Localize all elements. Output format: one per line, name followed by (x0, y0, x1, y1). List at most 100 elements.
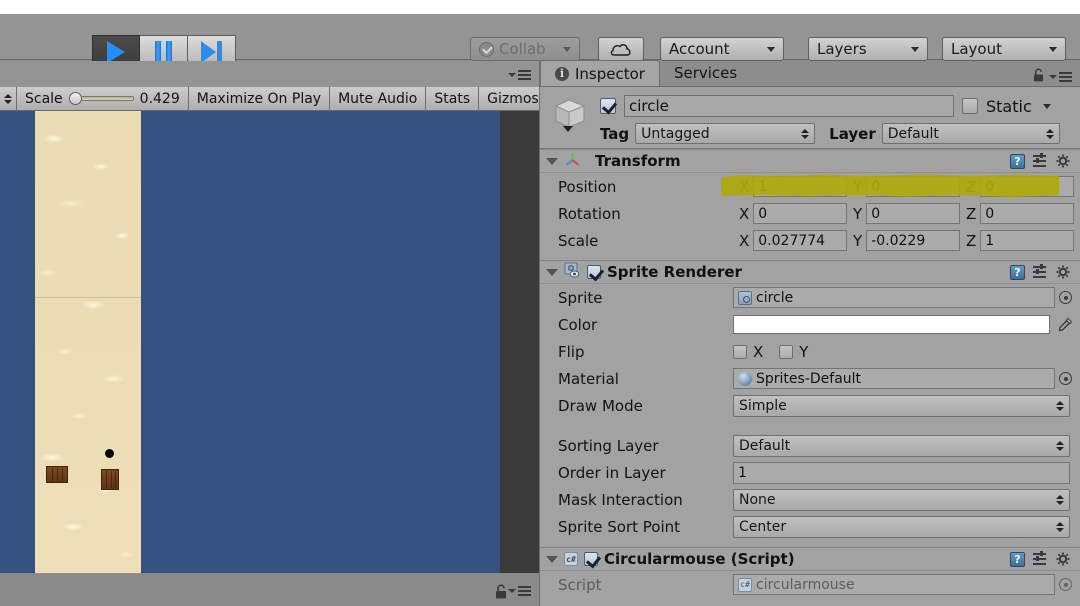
sorting-layer-dropdown[interactable]: Default (733, 434, 1070, 457)
script-object-field[interactable]: c# circularmouse (733, 574, 1055, 595)
transform-scale-row: Scale X 0.027774 Y -0.0229 Z 1 (540, 227, 1080, 254)
material-object-field[interactable]: Sprites-Default (733, 368, 1055, 389)
script-label: Script (558, 575, 602, 594)
game-panel-menu-icon[interactable] (508, 70, 531, 80)
stats-label: Stats (434, 90, 471, 107)
flip-y-checkbox[interactable] (779, 344, 794, 359)
flip-x-checkbox[interactable] (733, 344, 747, 359)
eyedropper-icon[interactable] (1057, 316, 1074, 333)
position-x-input[interactable]: 1 (753, 176, 848, 197)
game-statusbar-menu-icon[interactable] (508, 586, 531, 596)
mask-interaction-dropdown[interactable]: None (733, 488, 1070, 511)
axis-z-label: Z (965, 204, 977, 223)
flip-row: Flip X Y (540, 338, 1080, 365)
script-picker-icon[interactable] (1059, 578, 1072, 591)
cloud-icon (610, 43, 632, 56)
slider-track[interactable] (81, 96, 134, 101)
gear-icon[interactable] (1056, 265, 1071, 280)
foldout-arrow-icon[interactable] (546, 555, 558, 563)
foldout-arrow-icon[interactable] (546, 268, 558, 276)
lock-icon[interactable] (495, 584, 507, 603)
layers-button[interactable]: Layers (808, 37, 928, 61)
help-icon[interactable]: ? (1010, 551, 1025, 567)
stats-button[interactable]: Stats (426, 87, 480, 110)
draw-mode-row: Draw Mode Simple (540, 392, 1080, 419)
sprite-value: circle (756, 289, 794, 306)
gizmos-label: Gizmos (487, 90, 539, 107)
chevron-down-icon (767, 46, 775, 52)
rotation-y-input[interactable]: 0 (866, 203, 960, 224)
updown-icon (801, 128, 810, 139)
cloud-button[interactable] (598, 37, 644, 61)
gameobject-enabled-checkbox[interactable] (600, 98, 616, 114)
position-z-input[interactable]: 0 (980, 176, 1074, 197)
foldout-arrow-icon[interactable] (546, 157, 558, 165)
scale-y-input[interactable]: -0.0229 (866, 230, 960, 251)
component-header-sprite-renderer[interactable]: Sprite Renderer ? (540, 260, 1080, 284)
sprite-picker-icon[interactable] (1059, 291, 1072, 304)
layer-label: Layer (829, 124, 876, 143)
gizmos-button[interactable]: Gizmos (479, 87, 548, 110)
layout-button[interactable]: Layout (942, 37, 1066, 61)
preset-icon[interactable] (1033, 551, 1048, 566)
gear-icon[interactable] (1056, 552, 1071, 567)
sprite-object-field[interactable]: circle (733, 287, 1055, 308)
collab-label: Collab (499, 40, 546, 58)
scale-slider-group[interactable]: Scale 0.429 (17, 87, 189, 110)
tag-dropdown[interactable]: Untagged (635, 123, 816, 144)
material-picker-icon[interactable] (1059, 372, 1072, 385)
layer-value: Default (887, 125, 939, 142)
maximize-on-play-button[interactable]: Maximize On Play (188, 87, 331, 110)
tab-services[interactable]: Services (660, 60, 751, 86)
slider-handle[interactable] (68, 92, 82, 105)
rotation-x-input[interactable]: 0 (753, 203, 848, 224)
static-dropdown-icon[interactable] (1042, 103, 1051, 109)
component-header-icons: ? (1010, 551, 1074, 567)
rotation-z-input[interactable]: 0 (980, 203, 1074, 224)
collab-button[interactable]: Collab (470, 37, 580, 61)
preset-icon[interactable] (1033, 264, 1048, 279)
game-view-toolbar: Scale 0.429 Maximize On Play Mute Audio … (0, 87, 568, 111)
draw-mode-dropdown[interactable]: Simple (733, 394, 1070, 417)
color-swatch-field[interactable] (733, 315, 1050, 334)
chevron-down-icon (563, 46, 571, 52)
tab-inspector[interactable]: i Inspector (540, 60, 660, 86)
axis-y-label: Y (853, 204, 863, 223)
sorting-layer-label: Sorting Layer (558, 436, 659, 455)
scale-x-input[interactable]: 0.027774 (753, 230, 848, 251)
scale-slider[interactable] (68, 92, 134, 105)
step-icon (201, 40, 222, 63)
layer-dropdown[interactable]: Default (881, 123, 1060, 144)
order-in-layer-input[interactable]: 1 (733, 461, 1070, 484)
account-button[interactable]: Account (660, 37, 784, 61)
axis-x-label: X (739, 177, 750, 196)
sprite-sort-point-dropdown[interactable]: Center (733, 515, 1070, 538)
sprite-renderer-enabled-checkbox[interactable] (587, 265, 601, 279)
game-view-canvas[interactable] (0, 111, 539, 573)
script-enabled-checkbox[interactable] (584, 552, 598, 566)
gameobject-header: circle Static Tag Untagged Layer Default (540, 87, 1080, 149)
scale-z-input[interactable]: 1 (980, 230, 1074, 251)
aspect-stepper[interactable] (0, 87, 17, 110)
help-icon[interactable]: ? (1010, 264, 1025, 280)
info-icon: i (555, 66, 569, 81)
gameobject-name-input[interactable]: circle (624, 95, 954, 117)
mute-audio-button[interactable]: Mute Audio (330, 87, 427, 110)
unity-editor-window: Collab Account Layers Layout Scale 0.429… (0, 0, 1080, 606)
inspector-menu-icon[interactable] (1049, 71, 1072, 82)
position-y-input[interactable]: 0 (866, 176, 960, 197)
gear-icon[interactable] (1056, 154, 1071, 169)
script-component-title: Circularmouse (Script) (604, 550, 795, 568)
lock-icon[interactable] (1033, 67, 1044, 86)
component-header-icons: ? (1010, 153, 1074, 169)
static-checkbox[interactable] (962, 98, 978, 114)
material-label: Material (558, 369, 619, 388)
transform-title: Transform (595, 152, 681, 170)
component-header-circularmouse-script[interactable]: c# Circularmouse (Script) ? (540, 547, 1080, 571)
circle-gameobject-sprite (105, 449, 114, 458)
cube-icon[interactable] (552, 97, 590, 133)
help-icon[interactable]: ? (1010, 153, 1025, 169)
preset-icon[interactable] (1033, 153, 1048, 168)
mask-interaction-row: Mask Interaction None (540, 486, 1080, 513)
component-header-transform[interactable]: Transform ? (540, 149, 1080, 173)
